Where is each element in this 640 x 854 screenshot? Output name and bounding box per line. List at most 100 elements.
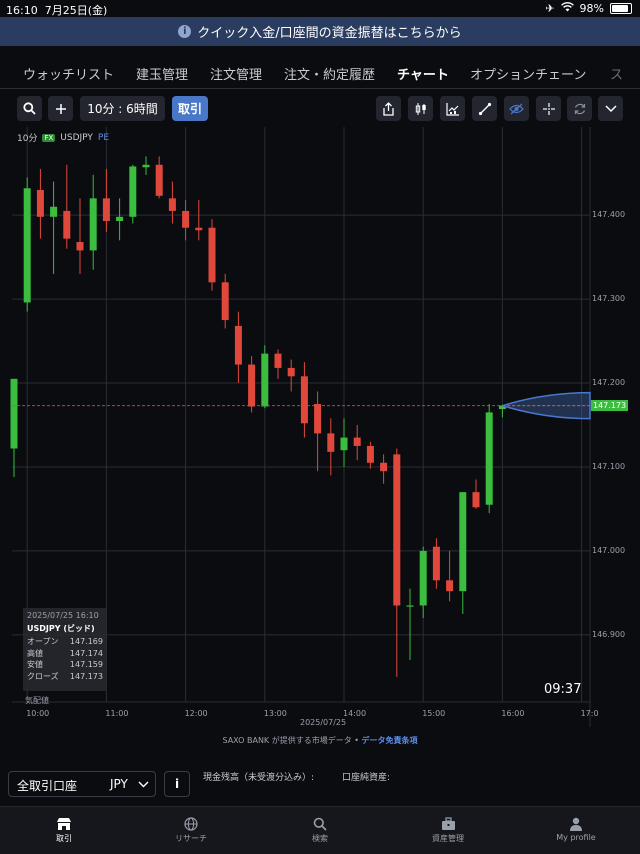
ohlc-row-low: 安値 147.159 — [27, 659, 103, 671]
ohlc-close-label: クローズ — [27, 671, 59, 681]
tab-overflow[interactable]: ス — [610, 64, 623, 83]
candle — [116, 198, 124, 241]
candlestick-icon — [415, 102, 426, 115]
y-tick-label: 147.100 — [592, 461, 626, 471]
tab-watchlist[interactable]: ウォッチリスト — [23, 64, 114, 83]
x-tick-label: 15:00 — [422, 709, 446, 718]
chart-search-button[interactable] — [17, 96, 42, 121]
candle — [155, 156, 163, 199]
candle-body — [10, 378, 18, 449]
candle-body — [314, 404, 322, 434]
quick-deposit-banner[interactable]: i クイック入金/口座間の資金振替はこちらから — [0, 17, 640, 46]
candle-body — [459, 492, 467, 592]
candle-body — [155, 164, 163, 196]
nav-search-label: 検索 — [312, 834, 328, 843]
search-icon — [313, 817, 327, 831]
globe-icon — [184, 817, 198, 831]
y-tick-label: 147.300 — [592, 294, 626, 304]
candle-body — [472, 492, 480, 508]
x-axis-date: 2025/07/25 — [300, 718, 347, 727]
net-assets-label: 口座純資産: — [342, 773, 391, 783]
candle-body — [446, 580, 454, 592]
nav-research[interactable]: リサーチ — [151, 817, 231, 844]
candle — [168, 181, 176, 224]
candle — [340, 418, 348, 467]
tab-positions[interactable]: 建玉管理 — [136, 64, 188, 83]
candle-body — [300, 376, 308, 424]
candle-body — [142, 164, 150, 168]
indicators-button[interactable] — [440, 96, 465, 121]
eye-off-icon — [509, 103, 524, 114]
candle-body — [168, 198, 176, 211]
chart-type-button[interactable] — [408, 96, 433, 121]
candle-body — [327, 433, 335, 452]
chart-interval: 10分 — [17, 134, 38, 144]
account-selector[interactable]: 全取引口座 JPY — [8, 771, 156, 797]
candle — [432, 538, 440, 589]
nav-search[interactable]: 検索 — [280, 817, 360, 844]
x-tick-label: 16:00 — [501, 709, 525, 718]
ohlc-high-value: 147.174 — [69, 648, 103, 658]
airplane-icon: ✈ — [545, 2, 555, 15]
candle — [129, 164, 137, 224]
source-text: SAXO BANK が提供する市場データ • — [222, 736, 362, 745]
ohlc-low-value: 147.159 — [69, 660, 103, 669]
trade-icon — [57, 818, 71, 830]
crosshair-icon — [542, 102, 555, 115]
trade-button[interactable]: 取引 — [172, 96, 208, 121]
share-button[interactable] — [376, 96, 401, 121]
refresh-button[interactable] — [567, 96, 592, 121]
forecast-cone — [499, 391, 591, 420]
candle — [195, 200, 203, 241]
ohlc-row-high: 高値 147.174 — [27, 648, 103, 660]
candle — [419, 546, 427, 619]
candle-body — [340, 437, 348, 451]
ohlc-close-value: 147.173 — [69, 671, 103, 681]
candle — [63, 164, 71, 249]
tab-order-history[interactable]: 注文・約定履歴 — [284, 64, 375, 83]
more-options-button[interactable] — [598, 96, 623, 121]
candle-body — [221, 282, 229, 321]
tab-option-chain[interactable]: オプションチェーン — [470, 64, 586, 83]
x-tick-label: 13:00 — [263, 709, 287, 718]
candle — [406, 588, 414, 661]
nav-assets[interactable]: 資産管理 — [408, 817, 488, 844]
candle-body — [366, 445, 374, 463]
disclaimer-link[interactable]: データ免責条項 — [362, 736, 418, 745]
data-source-line: SAXO BANK が提供する市場データ • データ免責条項 — [0, 735, 640, 746]
ohlc-timestamp: 2025/07/25 16:10 — [27, 611, 99, 620]
tab-orders[interactable]: 注文管理 — [210, 64, 262, 83]
candle — [23, 177, 31, 312]
candle-body — [393, 454, 401, 606]
candle — [393, 448, 401, 677]
main-tabs: ウォッチリスト 建玉管理 注文管理 注文・約定履歴 チャート オプションチェーン… — [0, 56, 640, 89]
nav-profile[interactable]: My profile — [536, 817, 616, 842]
hide-drawings-button[interactable] — [504, 96, 529, 121]
ohlc-open-value: 147.169 — [69, 637, 103, 646]
candle — [234, 311, 242, 384]
candle-body — [248, 364, 256, 407]
candle-body — [234, 325, 242, 365]
draw-tool-button[interactable] — [472, 96, 497, 121]
candle — [142, 156, 150, 175]
timeframe-selector[interactable]: 10分 : 6時間 — [80, 96, 165, 121]
status-bar: 16:10 7月25日(金) ✈ 98% — [0, 0, 640, 17]
candle-body — [208, 227, 216, 283]
add-instrument-button[interactable] — [48, 96, 73, 121]
nav-assets-label: 資産管理 — [432, 834, 464, 843]
candle-body — [406, 605, 414, 607]
candle — [380, 454, 388, 484]
nav-trade[interactable]: 取引 — [24, 817, 104, 844]
chart-clock: 09:37 — [544, 682, 582, 697]
account-info-button[interactable]: i — [164, 771, 190, 797]
crosshair-button[interactable] — [536, 96, 561, 121]
candle-body — [182, 210, 190, 228]
candle-body — [432, 546, 440, 581]
share-icon — [383, 101, 394, 116]
candle — [221, 273, 229, 329]
tab-chart[interactable]: チャート — [397, 64, 449, 83]
account-currency: JPY — [110, 777, 128, 791]
candle — [10, 378, 18, 478]
price-chart[interactable]: 10分 FX USDJPY PE 147.400 147.300 147.200 14… — [0, 127, 640, 727]
nav-trade-label: 取引 — [56, 834, 72, 843]
